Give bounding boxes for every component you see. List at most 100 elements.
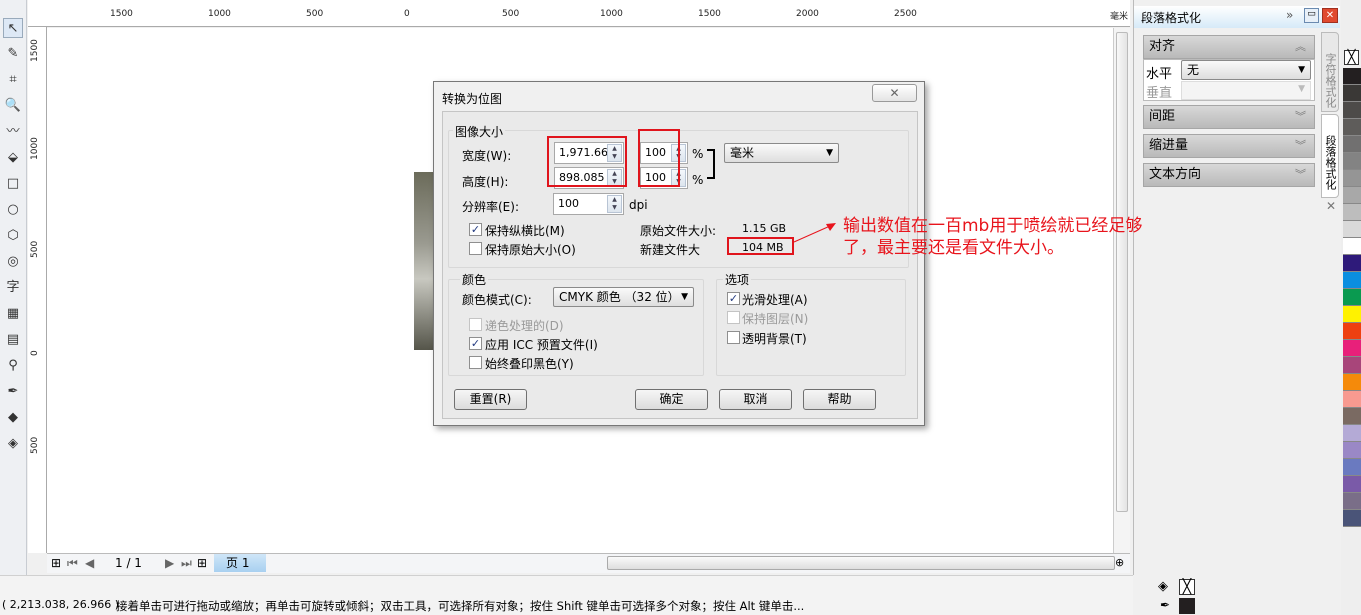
vertical-align-select: ▼ xyxy=(1181,81,1311,100)
color-swatch[interactable] xyxy=(1343,391,1361,408)
minimize-button[interactable]: ▭ xyxy=(1304,8,1319,23)
close-button[interactable]: ✕ xyxy=(1322,8,1338,23)
section-text-direction[interactable]: 文本方向 ︾ xyxy=(1143,163,1315,187)
freehand-tool-icon[interactable]: 〰 xyxy=(3,122,23,142)
color-swatch[interactable] xyxy=(1343,170,1361,187)
scroll-thumb[interactable] xyxy=(1116,32,1128,512)
add-page-before-icon[interactable]: ⊞ xyxy=(51,556,61,570)
horizontal-scrollbar[interactable] xyxy=(607,556,1115,570)
zoom-icon[interactable]: ⊕ xyxy=(1115,556,1124,569)
color-swatch[interactable] xyxy=(1343,85,1361,102)
overprint-black-checkbox[interactable] xyxy=(469,356,482,369)
color-swatch[interactable] xyxy=(1343,272,1361,289)
section-indent[interactable]: 缩进量︾ xyxy=(1143,134,1315,158)
color-swatch[interactable] xyxy=(1343,238,1361,255)
section-label: 文本方向 xyxy=(1149,167,1201,182)
color-swatch[interactable] xyxy=(1343,425,1361,442)
color-group-label: 颜色 xyxy=(460,271,488,288)
polygon-tool-icon[interactable]: ⬡ xyxy=(3,226,23,246)
tab-character-format[interactable]: 字符格式化 xyxy=(1321,32,1339,112)
horizontal-label: 水平 xyxy=(1146,63,1172,82)
expand-icon: ︾ xyxy=(1295,164,1306,186)
apply-icc-checkbox[interactable]: ✓ xyxy=(469,337,482,350)
image-size-label: 图像大小 xyxy=(453,123,505,140)
cancel-button[interactable]: 取消 xyxy=(719,389,792,410)
page-navigator: ⊞ ⏮ ◀ 1 / 1 ▶ ⏭ ⊞ 页 1 ⊕ xyxy=(47,553,1130,573)
chevron-down-icon: ▼ xyxy=(1298,61,1305,79)
fill-tool-icon[interactable]: ◆ xyxy=(3,408,23,428)
link-bracket-icon xyxy=(707,149,715,179)
prev-page-icon[interactable]: ◀ xyxy=(85,556,94,570)
reset-button[interactable]: 重置(R) xyxy=(454,389,527,410)
vertical-ruler[interactable]: 150010005000500 xyxy=(28,27,47,553)
color-swatch[interactable] xyxy=(1343,408,1361,425)
dialog-close-button[interactable]: ✕ xyxy=(872,84,917,102)
first-page-icon[interactable]: ⏮ xyxy=(67,556,78,571)
expand-icon[interactable]: » xyxy=(1286,8,1293,22)
section-spacing[interactable]: 间距︾ xyxy=(1143,105,1315,129)
color-swatch[interactable] xyxy=(1343,289,1361,306)
color-swatch[interactable] xyxy=(1343,374,1361,391)
smart-fill-tool-icon[interactable]: ⬙ xyxy=(3,148,23,168)
color-swatch[interactable] xyxy=(1343,255,1361,272)
color-swatch[interactable] xyxy=(1343,68,1361,85)
ellipse-tool-icon[interactable]: ○ xyxy=(3,200,23,220)
outline-tool-icon[interactable]: ✒ xyxy=(3,382,23,402)
color-swatch[interactable] xyxy=(1343,493,1361,510)
color-swatch[interactable] xyxy=(1343,476,1361,493)
color-swatch[interactable] xyxy=(1343,102,1361,119)
color-swatch[interactable] xyxy=(1343,340,1361,357)
color-swatch[interactable] xyxy=(1343,136,1361,153)
color-swatch[interactable] xyxy=(1343,306,1361,323)
keep-ratio-checkbox[interactable]: ✓ xyxy=(469,223,482,236)
ruler-label: 500 xyxy=(30,241,40,258)
zoom-tool-icon[interactable]: 🔍 xyxy=(3,96,23,116)
color-swatch[interactable] xyxy=(1343,510,1361,527)
no-fill-swatch[interactable]: ╳ xyxy=(1179,579,1195,595)
crop-tool-icon[interactable]: ⌗ xyxy=(3,70,23,90)
rectangle-tool-icon[interactable]: □ xyxy=(3,174,23,194)
new-size-label: 新建文件大 xyxy=(640,241,700,258)
shape-tool-icon[interactable]: ✎ xyxy=(3,44,23,64)
keep-original-checkbox[interactable] xyxy=(469,242,482,255)
pick-tool-icon[interactable]: ↖ xyxy=(3,18,23,38)
horizontal-align-select[interactable]: 无▼ xyxy=(1181,60,1311,80)
page-tab[interactable]: 页 1 xyxy=(214,554,266,572)
color-swatch[interactable] xyxy=(1343,323,1361,340)
color-swatch[interactable] xyxy=(1343,221,1361,238)
outline-color-swatch[interactable] xyxy=(1179,598,1195,614)
tab-paragraph-format[interactable]: 段落格式化 xyxy=(1321,114,1339,198)
resolution-spinner[interactable]: ▲▼ xyxy=(607,195,622,213)
unit-select[interactable]: 毫米▼ xyxy=(724,143,839,163)
table-tool-icon[interactable]: ▦ xyxy=(3,304,23,324)
close-tab-icon[interactable]: ✕ xyxy=(1326,199,1336,213)
color-swatch[interactable] xyxy=(1343,442,1361,459)
vertical-scrollbar[interactable] xyxy=(1113,28,1130,553)
color-swatch[interactable] xyxy=(1343,187,1361,204)
help-button[interactable]: 帮助 xyxy=(803,389,876,410)
add-page-after-icon[interactable]: ⊞ xyxy=(197,556,207,570)
text-tool-icon[interactable]: 字 xyxy=(3,278,23,298)
annotation-note: 输出数值在一百mb用于喷绘就已经足够 了，最主要还是看文件大小。 xyxy=(843,215,1142,259)
highlight-box-dimensions xyxy=(547,136,627,187)
horizontal-ruler[interactable]: 1500100050005001000150020002500毫米 xyxy=(28,0,1130,27)
interactive-fill-tool-icon[interactable]: ◈ xyxy=(3,434,23,454)
select-value: CMYK 颜色 （32 位） xyxy=(559,290,680,304)
color-mode-select[interactable]: CMYK 颜色 （32 位）▼ xyxy=(553,287,694,307)
color-swatch[interactable] xyxy=(1343,459,1361,476)
basic-shapes-tool-icon[interactable]: ◎ xyxy=(3,252,23,272)
no-color-swatch[interactable]: ╳ xyxy=(1344,50,1359,65)
color-swatch[interactable] xyxy=(1343,204,1361,221)
eyedropper-tool-icon[interactable]: ⚲ xyxy=(3,356,23,376)
transparent-bg-checkbox[interactable] xyxy=(727,331,740,344)
color-swatch[interactable] xyxy=(1343,119,1361,136)
color-swatch[interactable] xyxy=(1343,357,1361,374)
antialias-checkbox[interactable]: ✓ xyxy=(727,292,740,305)
next-page-icon[interactable]: ▶ xyxy=(165,556,174,570)
last-page-icon[interactable]: ⏭ xyxy=(181,556,192,571)
blend-tool-icon[interactable]: ▤ xyxy=(3,330,23,350)
resolution-input[interactable]: 100▲▼ xyxy=(553,193,624,215)
color-swatch[interactable] xyxy=(1343,153,1361,170)
section-align[interactable]: 对齐︽ xyxy=(1143,35,1315,59)
ok-button[interactable]: 确定 xyxy=(635,389,708,410)
